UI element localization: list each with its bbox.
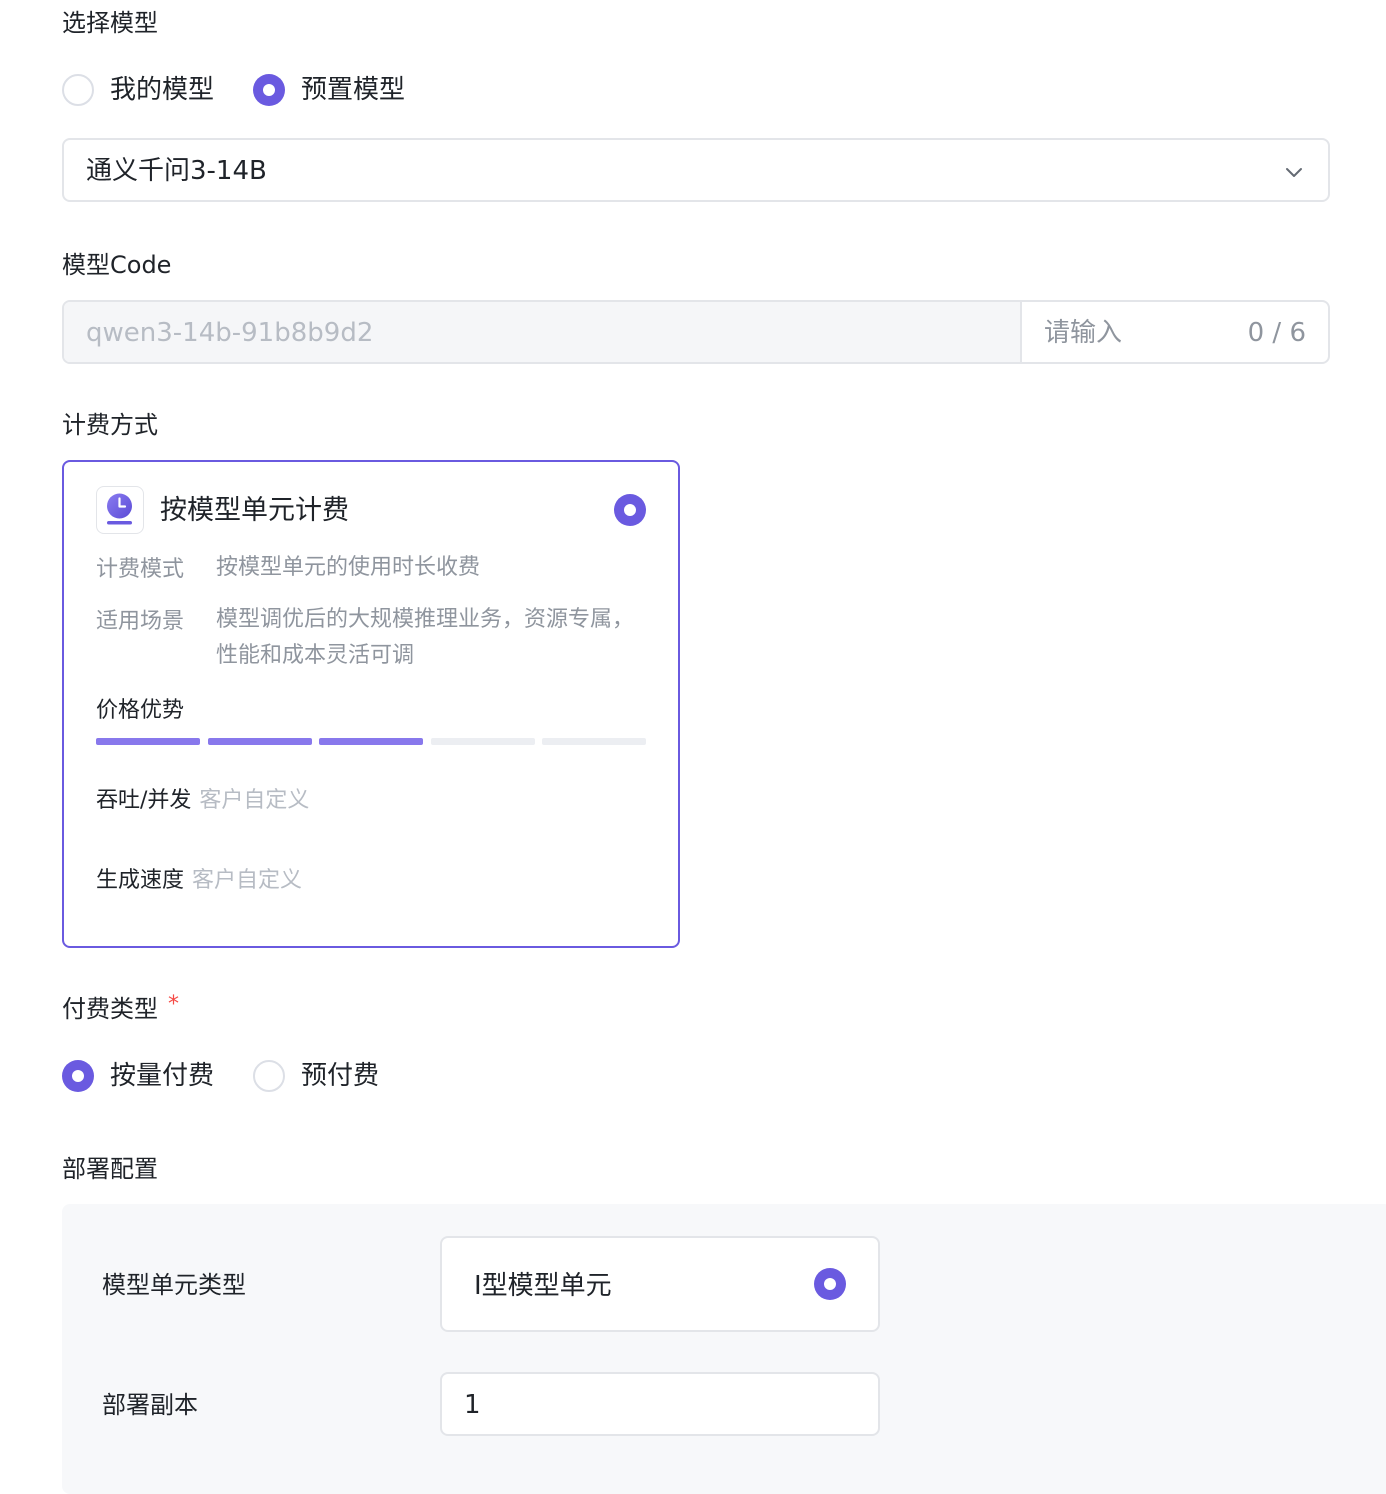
model-dropdown[interactable]: 通义千问3-14B xyxy=(62,138,1330,202)
model-code-field: qwen3-14b-91b8b9d2 请输入 0 / 6 xyxy=(62,300,1330,364)
billing-card-radio[interactable] xyxy=(614,494,646,526)
billing-mode-key: 计费模式 xyxy=(96,557,185,582)
price-advantage-label: 价格优势 xyxy=(96,698,185,723)
model-code-input[interactable]: 请输入 xyxy=(1044,317,1122,349)
scenario-key: 适用场景 xyxy=(96,609,185,634)
model-select-label: 选择模型 xyxy=(62,9,158,37)
price-bar-segment xyxy=(430,738,535,745)
price-bar-segment xyxy=(96,738,200,745)
unit-type-value: I型模型单元 xyxy=(474,1271,612,1301)
radio-preset-model[interactable] xyxy=(253,74,285,106)
radio-my-model[interactable] xyxy=(62,74,94,106)
payment-type-label-text: 付费类型 xyxy=(62,995,158,1023)
deploy-config-label: 部署配置 xyxy=(62,1155,158,1183)
price-bar-segment xyxy=(542,738,646,745)
radio-preset-model-label[interactable]: 预置模型 xyxy=(301,74,405,106)
replica-input[interactable]: 1 xyxy=(440,1372,880,1436)
throughput-row: 吞吐/并发 客户自定义 xyxy=(96,786,309,816)
billing-card-title: 按模型单元计费 xyxy=(160,495,349,526)
model-code-label: 模型Code xyxy=(62,251,172,279)
required-mark: * xyxy=(168,992,179,1017)
unit-type-option[interactable]: I型模型单元 xyxy=(440,1236,880,1332)
radio-pay-as-you-go[interactable] xyxy=(62,1060,94,1092)
unit-type-key: 模型单元类型 xyxy=(102,1271,246,1299)
throughput-key: 吞吐/并发 xyxy=(96,788,192,813)
billing-card-model-unit[interactable]: 按模型单元计费 计费模式 按模型单元的使用时长收费 适用场景 模型调优后的大规模… xyxy=(62,460,680,948)
payment-type-label: 付费类型 * xyxy=(62,992,179,1026)
speed-value: 客户自定义 xyxy=(192,868,303,893)
price-bar-segment xyxy=(207,738,312,745)
model-code-counter: 0 / 6 xyxy=(1247,318,1306,348)
speed-key: 生成速度 xyxy=(96,868,185,893)
speed-row: 生成速度 客户自定义 xyxy=(96,866,302,896)
radio-prepaid-label[interactable]: 预付费 xyxy=(301,1060,379,1092)
radio-my-model-label[interactable]: 我的模型 xyxy=(110,74,214,106)
throughput-value: 客户自定义 xyxy=(199,788,310,813)
clock-icon xyxy=(96,486,144,534)
model-dropdown-value: 通义千问3-14B xyxy=(86,156,267,186)
chevron-down-icon[interactable] xyxy=(1282,160,1306,184)
model-code-prefix: qwen3-14b-91b8b9d2 xyxy=(64,302,1022,362)
model-code-prefix-value: qwen3-14b-91b8b9d2 xyxy=(86,318,374,348)
radio-prepaid[interactable] xyxy=(253,1060,285,1092)
unit-type-radio[interactable] xyxy=(814,1268,846,1300)
replica-value: 1 xyxy=(464,1390,481,1420)
deploy-config-panel: 模型单元类型 I型模型单元 部署副本 1 xyxy=(62,1204,1386,1494)
scenario-value: 模型调优后的大规模推理业务，资源专属，性能和成本灵活可调 xyxy=(216,607,635,668)
price-bar-segment xyxy=(319,738,423,745)
radio-pay-as-you-go-label[interactable]: 按量付费 xyxy=(110,1060,214,1092)
billing-mode-value: 按模型单元的使用时长收费 xyxy=(216,555,481,580)
billing-label: 计费方式 xyxy=(62,411,158,439)
replica-key: 部署副本 xyxy=(102,1391,198,1419)
